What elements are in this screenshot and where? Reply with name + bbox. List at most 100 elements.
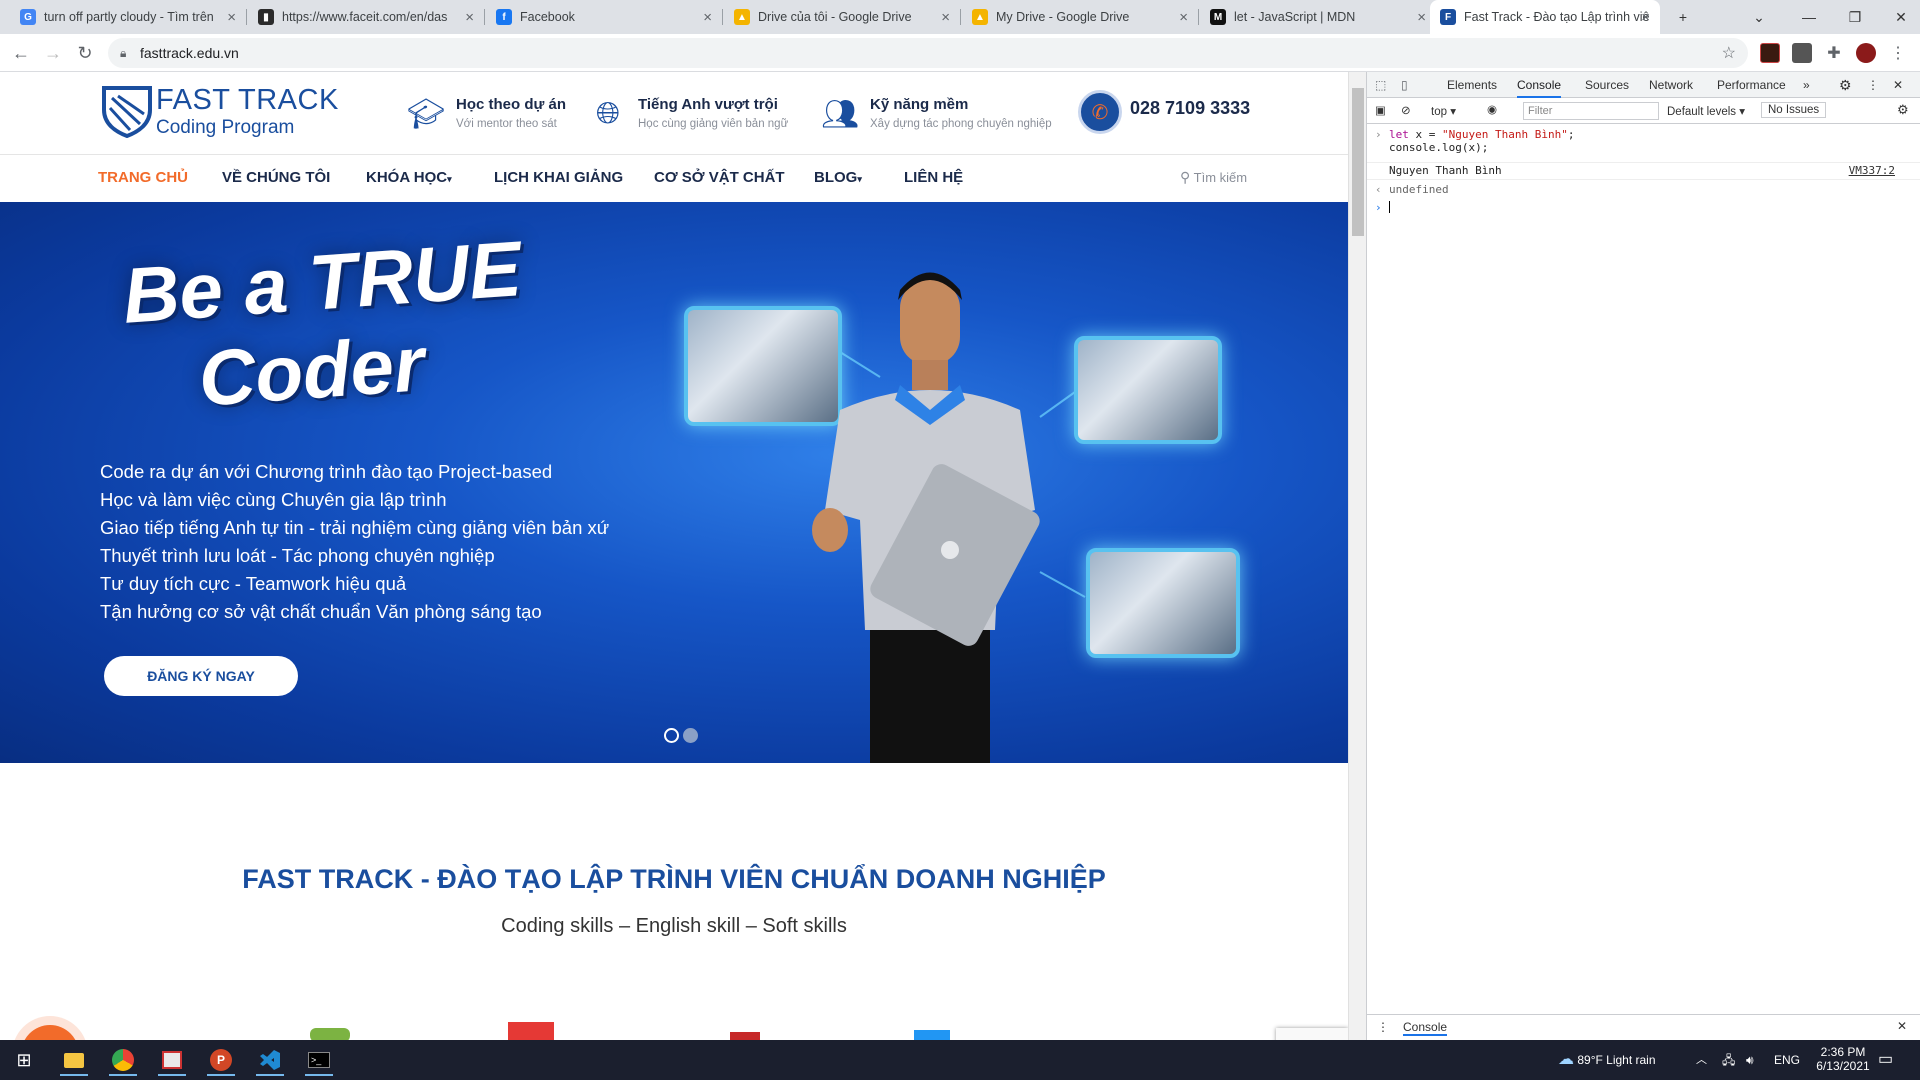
address-bar[interactable]: 🔒︎ fasttrack.edu.vn ☆ [108,38,1748,68]
context-select[interactable]: top ▾ [1431,104,1456,118]
forward-button[interactable]: → [40,40,66,66]
close-drawer-icon[interactable]: ✕ [1897,1019,1907,1033]
network-icon[interactable]: 🖧︎ [1722,1040,1735,1080]
close-tab-icon[interactable]: × [703,9,712,26]
log-levels-dropdown[interactable]: Default levels ▾ [1667,104,1745,118]
hero-banner: Be a TRUE Coder Code ra dự án với Chương… [0,202,1348,763]
profile-avatar[interactable] [1856,43,1876,63]
tray-overflow-icon[interactable]: ︿ [1696,1040,1707,1080]
tab-elements[interactable]: Elements [1447,72,1497,98]
feature-title: Kỹ năng mềm [870,96,969,113]
scrollbar-thumb[interactable] [1352,88,1364,236]
nav-contact[interactable]: LIÊN HỆ [904,169,963,186]
sidebar-toggle-icon[interactable]: ▣ [1375,103,1386,117]
search-placeholder: Tìm kiếm [1193,170,1248,185]
return-value: undefined [1389,183,1449,196]
clear-console-icon[interactable]: ⊘ [1401,103,1411,117]
weather-widget[interactable]: ☁ 89°F Light rain [1558,1040,1656,1080]
console-filter-input[interactable]: Filter [1523,102,1659,120]
nav-courses[interactable]: KHÓA HỌC▾ [366,169,452,186]
phone-number[interactable]: 028 7109 3333 [1130,98,1250,119]
tab-console[interactable]: Console [1517,72,1562,98]
drawer-menu-icon[interactable]: ⋮ [1377,1020,1389,1034]
slider-dot[interactable] [683,728,698,743]
browser-tab[interactable]: Gturn off partly cloudy - Tìm trên × [10,0,246,34]
extension-icon[interactable] [1792,43,1812,63]
page-scrollbar[interactable] [1348,72,1366,1040]
new-tab-button[interactable]: + [1660,0,1706,34]
close-window-button[interactable]: ✕ [1878,0,1920,34]
site-logo[interactable]: FAST TRACK Coding Program [100,84,340,144]
tab-network[interactable]: Network [1649,72,1693,98]
issues-button[interactable]: No Issues [1761,102,1827,118]
chevron-down-icon: ▾ [447,174,452,184]
language-indicator[interactable]: ENG [1774,1040,1800,1080]
devtools-drawer: ⋮ Console ✕ [1367,1014,1920,1040]
snipping-tool-icon[interactable] [152,1044,192,1076]
call-now-button[interactable]: ✆ [12,1016,88,1040]
close-devtools-icon[interactable]: ✕ [1893,72,1903,98]
console-input-echo: › let x = "Nguyen Thanh Bình"; [1367,128,1920,141]
close-tab-icon[interactable]: × [227,9,236,26]
log-source-link[interactable]: VM337:2 [1849,164,1895,177]
tab-search-icon[interactable]: ⌄ [1736,0,1782,34]
close-tab-icon[interactable]: × [1179,9,1188,26]
nav-home[interactable]: TRANG CHỦ [98,169,188,186]
extension-icon[interactable] [1760,43,1780,63]
close-tab-icon[interactable]: × [941,9,950,26]
back-button[interactable]: ← [8,40,34,66]
weather-text: 89°F Light rain [1577,1053,1656,1067]
windows-start-icon[interactable]: ⊞ [4,1044,44,1076]
browser-tab[interactable]: Mlet - JavaScript | MDN × [1200,0,1436,34]
browser-tab[interactable]: F Fast Track - Đào tạo Lập trình viê × [1430,0,1660,34]
tab-sources[interactable]: Sources [1585,72,1629,98]
phone-icon: ✆ [21,1025,79,1040]
phone-icon[interactable]: ✆ [1078,90,1122,134]
nav-facilities[interactable]: CƠ SỞ VẬT CHẤT [654,169,785,186]
slider-dot-active[interactable] [664,728,679,743]
partner-logo [730,1032,760,1040]
eye-icon[interactable]: ◉ [1487,102,1497,116]
console-prompt-input[interactable]: › [1367,201,1920,216]
mdn-icon: M [1210,9,1226,25]
volume-icon[interactable]: 🔊︎ [1746,1040,1754,1080]
close-tab-icon[interactable]: × [1641,9,1650,26]
clock[interactable]: 2:36 PM 6/13/2021 [1808,1040,1878,1080]
minimize-button[interactable]: — [1786,0,1832,34]
settings-gear-icon[interactable]: ⚙ [1839,72,1852,98]
nav-about[interactable]: VỀ CHÚNG TÔI [222,169,330,186]
puzzle-icon[interactable]: ✚ [1824,43,1844,63]
terminal-icon[interactable]: >_ [299,1044,339,1076]
bookmark-star-icon[interactable]: ☆ [1722,43,1736,63]
device-toolbar-icon[interactable]: ▯ [1401,72,1408,98]
nav-blog[interactable]: BLOG▾ [814,169,862,186]
drawer-tab-console[interactable]: Console [1403,1020,1448,1036]
menu-kebab-icon[interactable]: ⋮ [1888,43,1908,63]
close-tab-icon[interactable]: × [1417,9,1426,26]
tab-separator [246,9,247,25]
devtools-menu-icon[interactable]: ⋮ [1867,72,1879,98]
browser-tab[interactable]: f Facebook × [486,0,722,34]
reload-button[interactable]: ↻ [72,40,98,66]
browser-tab[interactable]: ▲ Drive của tôi - Google Drive × [724,0,960,34]
notification-icon[interactable]: ▭ [1878,1040,1893,1080]
inspect-element-icon[interactable]: ⬚ [1375,72,1386,98]
browser-tab[interactable]: ▲ My Drive - Google Drive × [962,0,1198,34]
site-search[interactable]: ⚲ Tìm kiếm [1180,169,1247,186]
close-tab-icon[interactable]: × [465,9,474,26]
browser-toolbar: ← → ↻ 🔒︎ fasttrack.edu.vn ☆ ✚ ⋮ [0,34,1920,72]
console-settings-gear-icon[interactable]: ⚙ [1897,102,1909,118]
tab-title: https://www.faceit.com/en/das [282,10,448,24]
nav-schedule[interactable]: LỊCH KHAI GIẢNG [494,169,623,186]
shield-logo-icon [102,86,152,138]
recaptcha-badge[interactable] [1276,1028,1348,1040]
restore-button[interactable]: ❐ [1832,0,1878,34]
chrome-icon[interactable] [103,1044,143,1076]
tab-performance[interactable]: Performance [1717,72,1786,98]
vscode-icon[interactable] [250,1044,290,1076]
browser-tab[interactable]: ▮ https://www.faceit.com/en/das × [248,0,484,34]
file-explorer-icon[interactable] [54,1044,94,1076]
powerpoint-icon[interactable]: P [201,1044,241,1076]
tab-title: Fast Track - Đào tạo Lập trình viê [1464,10,1650,24]
more-tabs-icon[interactable]: » [1803,72,1810,98]
